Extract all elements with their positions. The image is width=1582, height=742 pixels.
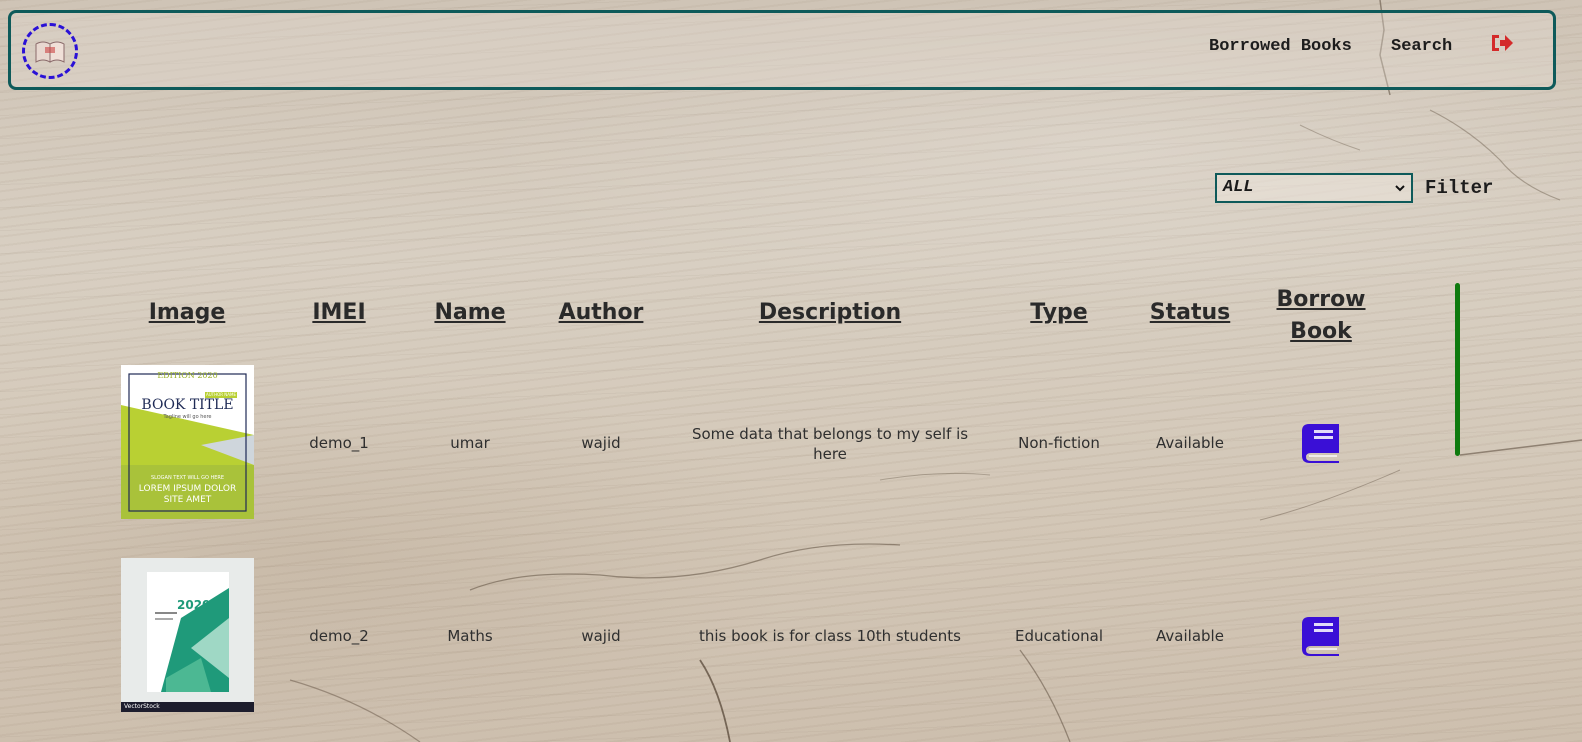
header-type: Type [1030,300,1088,325]
cover-lorem-line2: SITE AMET [163,495,212,505]
cell-status: Available [1156,627,1224,645]
chevron-down-icon [1395,185,1405,192]
book-cover-image: EDITION 2020 AUTHOR NAME BOOK TITLE Tagl… [121,365,254,519]
cell-imei: demo_2 [309,627,369,645]
cell-type: Non-fiction [1018,434,1100,452]
header-status: Status [1149,300,1231,325]
header-description: Description [758,300,902,325]
logout-icon[interactable] [1489,31,1515,55]
cell-status: Available [1156,434,1224,452]
type-filter-select[interactable]: ALL [1215,173,1413,203]
cell-name: umar [450,434,490,452]
cover-edition: EDITION 2020 [157,371,218,380]
borrow-book-icon[interactable] [1299,421,1343,463]
cell-imei: demo_1 [309,434,369,452]
borrow-book-icon[interactable] [1299,614,1343,656]
header-borrow-line2: Book [1290,319,1352,344]
header-borrow-line1: Borrow [1276,287,1366,312]
nav-search-link[interactable]: Search [1391,37,1452,56]
open-book-icon [35,41,65,63]
cell-description: Some data that belongs to my self is her… [690,424,970,464]
cell-description: this book is for class 10th students [698,627,962,645]
cover-year: 2020 [177,598,211,612]
filter-selected-value: ALL [1223,178,1254,197]
header-imei: IMEI [312,300,366,325]
cover-title: BOOK TITLE [141,397,234,413]
book-cover-image: 2020 VectorStock [121,558,254,712]
filter-label: Filter [1425,177,1494,199]
cover-slogan: SLOGAN TEXT WILL GO HERE [150,475,225,481]
nav-borrowed-books-link[interactable]: Borrowed Books [1209,37,1352,56]
top-navbar: Borrowed Books Search [8,10,1556,90]
cell-name: Maths [447,627,493,645]
cover-tagline: Tagline will go here [163,414,212,420]
cell-description-line1: Some data that belongs to my self is [691,425,969,443]
header-name: Name [434,300,506,325]
cell-description-line2: here [813,445,847,463]
table-scrollbar[interactable] [1455,283,1460,456]
header-author: Author [558,300,644,325]
cover-lorem-line1: LOREM IPSUM DOLOR [138,484,237,494]
header-borrow-book: Borrow Book [1276,284,1365,348]
cell-type: Educational [1014,627,1104,645]
header-image: Image [148,300,226,325]
cell-author: wajid [581,434,621,452]
cell-author: wajid [581,627,621,645]
cover-brand: VectorStock [124,703,160,710]
library-logo-icon[interactable] [22,23,78,79]
